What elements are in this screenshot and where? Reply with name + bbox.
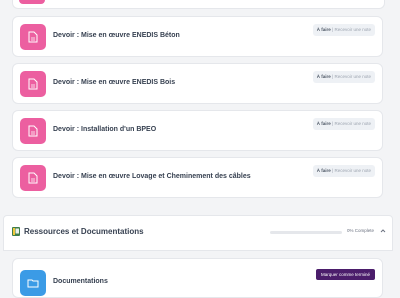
section-progress-bar: [270, 231, 342, 234]
status-text: À faire: [316, 121, 331, 126]
activity-card[interactable]: Devoir : Mise en œuvre ENEDIS Béton À fa…: [12, 16, 383, 57]
activity-title[interactable]: Devoir : Mise en œuvre Lovage et Chemine…: [53, 173, 251, 180]
assignment-icon: [20, 71, 46, 97]
completion-badge: À faire | Recevoir une note: [312, 24, 375, 36]
section-progress-text: 0% Complete: [347, 228, 375, 233]
assignment-icon: [20, 165, 46, 191]
status-text: À faire: [316, 168, 331, 173]
activity-card[interactable]: Devoir : Installation d'un BPEO À faire …: [12, 110, 383, 151]
book-icon: [12, 227, 20, 236]
assignment-icon: [20, 118, 46, 144]
completion-badge: À faire | Recevoir une note: [312, 118, 375, 130]
assignment-icon: [20, 24, 46, 50]
completion-badge: À faire | Recevoir une note: [312, 165, 375, 177]
resource-card[interactable]: Documentations Marquer comme terminé: [12, 258, 383, 298]
activity-title[interactable]: Devoir : Installation d'un BPEO: [53, 126, 156, 133]
requirement-text: Recevoir une note: [334, 27, 371, 32]
assignment-icon: [19, 0, 45, 4]
completion-badge: À faire | Recevoir une note: [312, 71, 375, 83]
status-text: À faire: [316, 74, 331, 79]
requirement-text: Recevoir une note: [334, 121, 371, 126]
activity-card[interactable]: Devoir : Mise en œuvre ENEDIS Bois À fai…: [12, 63, 383, 104]
section-title: Ressources et Documentations: [24, 227, 144, 236]
requirement-text: Recevoir une note: [334, 74, 371, 79]
chevron-up-icon[interactable]: [379, 227, 387, 235]
activity-card-partial: [12, 0, 385, 9]
activity-card[interactable]: Devoir : Mise en œuvre Lovage et Chemine…: [12, 157, 383, 198]
status-text: À faire: [316, 27, 331, 32]
activity-title[interactable]: Devoir : Mise en œuvre ENEDIS Béton: [53, 32, 180, 39]
activity-title[interactable]: Devoir : Mise en œuvre ENEDIS Bois: [53, 79, 175, 86]
folder-icon: [20, 270, 46, 296]
requirement-text: Recevoir une note: [334, 168, 371, 173]
mark-as-done-button[interactable]: Marquer comme terminé: [315, 269, 375, 280]
section-header: Ressources et Documentations 0% Complete: [3, 215, 393, 251]
